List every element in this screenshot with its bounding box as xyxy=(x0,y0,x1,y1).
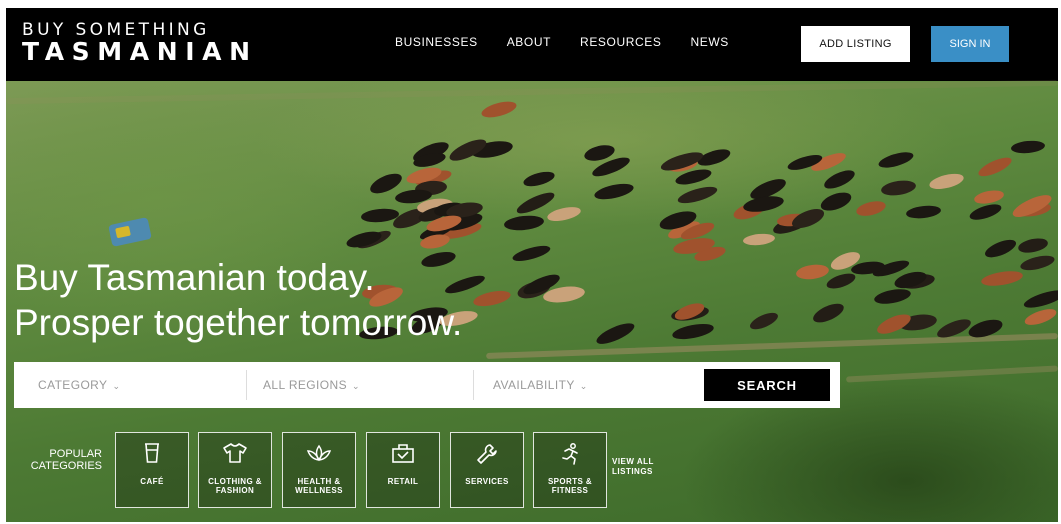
region-select-label: ALL REGIONS xyxy=(263,378,347,392)
add-listing-button[interactable]: ADD LISTING xyxy=(801,26,910,62)
chevron-down-icon: ⌄ xyxy=(579,381,588,391)
category-label: RETAIL xyxy=(387,477,419,486)
category-health-wellness[interactable]: HEALTH & WELLNESS xyxy=(282,432,356,508)
category-select[interactable]: CATEGORY ⌄ xyxy=(38,362,120,408)
cattle-shape xyxy=(522,168,557,189)
coffee-cup-icon xyxy=(116,442,188,466)
tshirt-icon xyxy=(199,442,271,466)
nav-businesses[interactable]: BUSINESSES xyxy=(395,35,478,49)
availability-select-label: AVAILABILITY xyxy=(493,378,575,392)
cattle-shape xyxy=(794,263,829,282)
cattle-shape xyxy=(479,98,519,121)
popular-label-line1: POPULAR xyxy=(49,448,102,460)
logo-line2: TASMANIAN xyxy=(22,37,258,66)
cattle-shape xyxy=(927,170,965,192)
page-frame: BUY SOMETHING TASMANIAN BUSINESSES ABOUT… xyxy=(6,8,1058,522)
availability-select[interactable]: AVAILABILITY ⌄ xyxy=(493,362,588,408)
cattle-shape xyxy=(810,300,847,327)
cattle-shape xyxy=(742,232,776,247)
category-retail[interactable]: RETAIL xyxy=(366,432,440,508)
nav-resources[interactable]: RESOURCES xyxy=(580,35,661,49)
hero-line2: Prosper together tomorrow. xyxy=(14,302,463,343)
cattle-shape xyxy=(593,180,636,203)
cattle-shape xyxy=(748,309,781,333)
search-button[interactable]: SEARCH xyxy=(704,369,830,401)
hero-headline: Buy Tasmanian today. Prosper together to… xyxy=(14,255,462,345)
nav-about[interactable]: ABOUT xyxy=(507,35,551,49)
lotus-icon xyxy=(283,442,355,466)
cattle-shape xyxy=(1010,139,1047,156)
cattle-shape xyxy=(980,268,1024,289)
wrench-icon xyxy=(451,442,523,466)
category-select-label: CATEGORY xyxy=(38,378,108,392)
view-all-line1: VIEW ALL xyxy=(612,457,654,466)
chevron-down-icon: ⌄ xyxy=(112,381,121,391)
view-all-listings-link[interactable]: VIEW ALL LISTINGS xyxy=(612,457,672,477)
category-label: SPORTS & xyxy=(547,477,593,486)
category-label: CAFÉ xyxy=(140,477,164,486)
cattle-shape xyxy=(1021,286,1058,311)
runner-icon xyxy=(534,442,606,466)
cattle-shape xyxy=(982,236,1019,261)
cattle-shape xyxy=(1023,305,1058,328)
cattle-shape xyxy=(825,270,858,292)
popular-categories-label: POPULAR CATEGORIES xyxy=(22,448,102,472)
cattle-shape xyxy=(594,318,638,348)
sign-in-button[interactable]: SIGN IN xyxy=(931,26,1009,62)
cattle-shape xyxy=(545,204,582,224)
search-divider xyxy=(473,370,474,400)
cattle-shape xyxy=(1017,235,1050,255)
category-label: FITNESS xyxy=(551,486,589,495)
category-sports-fitness[interactable]: SPORTS & FITNESS xyxy=(533,432,607,508)
category-label: WELLNESS xyxy=(295,486,343,495)
popular-label-line2: CATEGORIES xyxy=(30,460,102,472)
category-clothing-fashion[interactable]: CLOTHING & FASHION xyxy=(198,432,272,508)
cattle-shape xyxy=(503,213,545,232)
site-logo[interactable]: BUY SOMETHING TASMANIAN xyxy=(22,21,258,65)
shopping-bag-icon xyxy=(367,442,439,466)
category-label: SERVICES xyxy=(465,477,509,486)
cattle-shape xyxy=(1018,252,1056,273)
cattle-shape xyxy=(877,148,915,171)
chevron-down-icon: ⌄ xyxy=(351,381,360,391)
view-all-line2: LISTINGS xyxy=(612,467,653,476)
cattle-shape xyxy=(742,193,786,215)
cattle-shape xyxy=(675,183,719,207)
cattle-shape xyxy=(905,203,942,220)
region-select[interactable]: ALL REGIONS ⌄ xyxy=(263,362,360,408)
cattle-shape xyxy=(821,166,858,193)
search-bar: CATEGORY ⌄ ALL REGIONS ⌄ AVAILABILITY ⌄ SEA… xyxy=(14,362,840,408)
nav-news[interactable]: NEWS xyxy=(690,35,728,49)
cattle-shape xyxy=(873,286,912,306)
hero-section: Buy Tasmanian today. Prosper together to… xyxy=(6,79,1058,522)
cattle-shape xyxy=(976,154,1014,180)
category-label: CLOTHING & xyxy=(208,477,262,486)
cattle-shape xyxy=(973,188,1006,206)
site-header: BUY SOMETHING TASMANIAN BUSINESSES ABOUT… xyxy=(6,8,1058,81)
cattle-shape xyxy=(967,201,1004,224)
category-label: HEALTH & xyxy=(297,477,341,486)
cattle-shape xyxy=(671,320,716,342)
cattle-shape xyxy=(879,178,917,198)
search-divider xyxy=(246,370,247,400)
cattle-shape xyxy=(511,243,552,265)
hero-line1: Buy Tasmanian today. xyxy=(14,257,375,298)
category-label: FASHION xyxy=(215,486,255,495)
category-cafe[interactable]: CAFÉ xyxy=(115,432,189,508)
main-nav: BUSINESSES ABOUT RESOURCES NEWS xyxy=(395,35,729,49)
cattle-shape xyxy=(855,198,888,219)
cattle-shape xyxy=(472,288,513,310)
category-services[interactable]: SERVICES xyxy=(450,432,524,508)
